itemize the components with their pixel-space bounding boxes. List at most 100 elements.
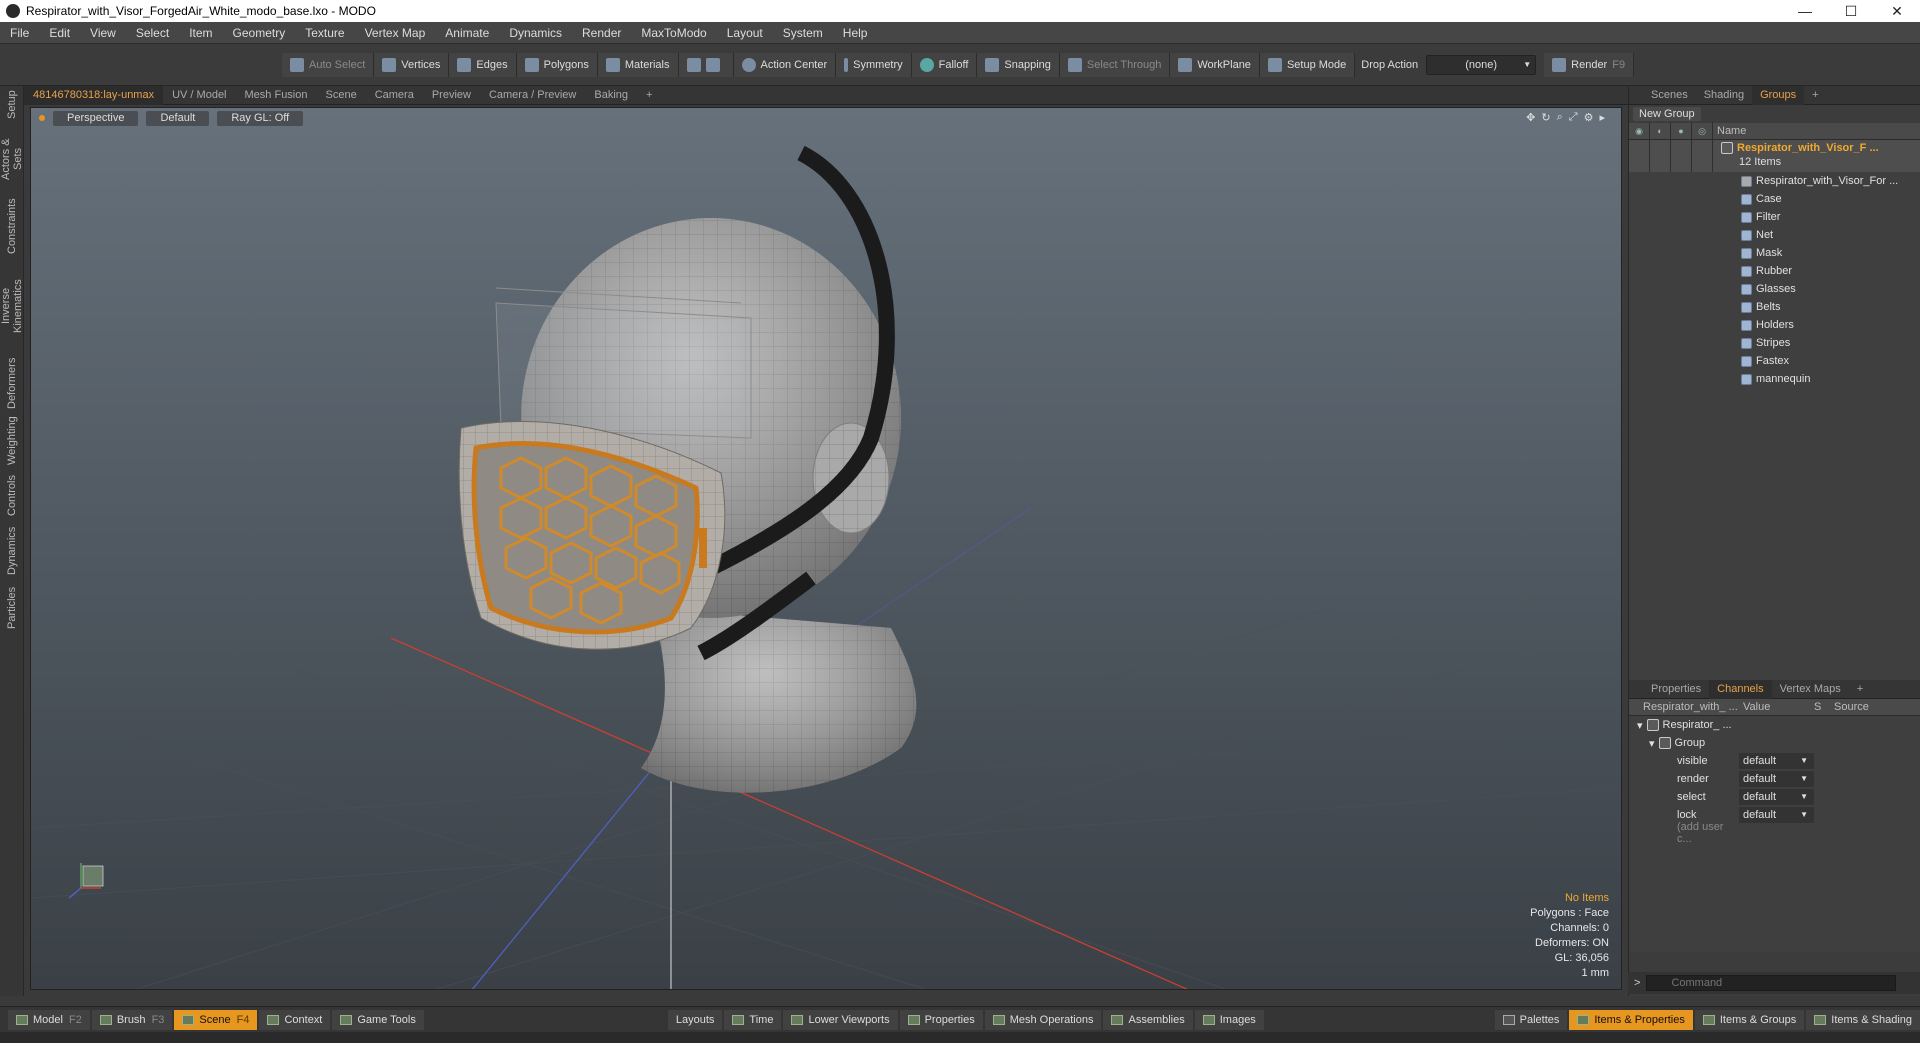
menu-select[interactable]: Select bbox=[126, 26, 179, 40]
chevron-right-icon[interactable]: ▸ bbox=[1599, 111, 1605, 124]
chevron-down-icon[interactable]: ▾ bbox=[1629, 719, 1643, 732]
list-item[interactable]: Belts bbox=[1629, 298, 1920, 316]
maximize-button[interactable]: ☐ bbox=[1828, 3, 1874, 20]
tab-camera-preview[interactable]: Camera / Preview bbox=[480, 86, 585, 105]
menu-file[interactable]: File bbox=[0, 26, 39, 40]
zoom-icon[interactable]: ⌕ bbox=[1557, 111, 1563, 124]
rotate-icon[interactable]: ↻ bbox=[1541, 111, 1550, 124]
materials-button[interactable]: Materials bbox=[597, 52, 679, 77]
raygl-button[interactable]: Ray GL: Off bbox=[217, 110, 304, 126]
tab-layout-unmax[interactable]: 48146780318:lay-unmax bbox=[24, 85, 164, 105]
chevron-down-icon[interactable]: ▾ bbox=[1629, 737, 1655, 750]
list-item[interactable]: Respirator_with_Visor_For ... bbox=[1629, 172, 1920, 190]
tab-scene[interactable]: Scene bbox=[317, 86, 366, 105]
list-item[interactable]: Stripes bbox=[1629, 334, 1920, 352]
items-groups-button[interactable]: Items & Groups bbox=[1694, 1009, 1805, 1030]
layout-context-button[interactable]: Context bbox=[259, 1009, 331, 1030]
assemblies-button[interactable]: Assemblies bbox=[1103, 1009, 1193, 1030]
setup-mode-button[interactable]: Setup Mode bbox=[1259, 52, 1356, 77]
menu-view[interactable]: View bbox=[80, 26, 126, 40]
tab-groups[interactable]: Groups bbox=[1752, 85, 1805, 105]
polygons-button[interactable]: Polygons bbox=[516, 52, 598, 77]
tab-scenes[interactable]: Scenes bbox=[1643, 86, 1696, 105]
menu-animate[interactable]: Animate bbox=[435, 26, 499, 40]
menu-dynamics[interactable]: Dynamics bbox=[499, 26, 572, 40]
menu-vertex-map[interactable]: Vertex Map bbox=[355, 26, 436, 40]
properties-button[interactable]: Properties bbox=[899, 1009, 983, 1030]
menu-item[interactable]: Item bbox=[179, 26, 222, 40]
new-group-button[interactable]: New Group bbox=[1633, 107, 1701, 121]
tab-shading[interactable]: Shading bbox=[1696, 86, 1752, 105]
side-tab-constraints[interactable]: Constraints bbox=[2, 196, 22, 256]
side-tab-weighting[interactable]: Weighting bbox=[2, 414, 22, 468]
layouts-button[interactable]: Layouts bbox=[667, 1009, 723, 1030]
list-item[interactable]: Fastex bbox=[1629, 352, 1920, 370]
list-item[interactable]: Glasses bbox=[1629, 280, 1920, 298]
view-perspective-button[interactable]: Perspective bbox=[53, 110, 139, 126]
side-tab-inverse-kinematics[interactable]: Inverse Kinematics bbox=[0, 260, 24, 352]
menu-edit[interactable]: Edit bbox=[39, 26, 80, 40]
mesh-operations-button[interactable]: Mesh Operations bbox=[984, 1009, 1102, 1030]
lower-viewports-button[interactable]: Lower Viewports bbox=[783, 1009, 898, 1030]
add-user-channel[interactable]: (add user c... bbox=[1629, 821, 1920, 845]
add-tab-button[interactable]: + bbox=[637, 86, 661, 105]
minimize-button[interactable]: — bbox=[1782, 3, 1828, 20]
pan-icon[interactable]: ✥ bbox=[1526, 111, 1535, 124]
viewport-options-icon[interactable] bbox=[39, 115, 45, 121]
action-center-button[interactable]: Action Center bbox=[733, 52, 837, 77]
channel-row[interactable]: render default ▼ bbox=[1629, 770, 1920, 788]
select-icon[interactable]: ◎ bbox=[1692, 122, 1713, 140]
list-item[interactable]: Filter bbox=[1629, 208, 1920, 226]
tab-camera[interactable]: Camera bbox=[366, 86, 423, 105]
render-toggle-icon[interactable]: ◐ bbox=[1650, 122, 1671, 140]
render-button[interactable]: Render F9 bbox=[1544, 52, 1635, 77]
layout-game-tools-button[interactable]: Game Tools bbox=[332, 1009, 424, 1030]
tab-preview[interactable]: Preview bbox=[423, 86, 480, 105]
side-tab-actors-sets[interactable]: Actors & Sets bbox=[0, 126, 24, 192]
eye-icon[interactable]: ◉ bbox=[1629, 122, 1650, 140]
tab-channels[interactable]: Channels bbox=[1709, 679, 1772, 699]
menu-layout[interactable]: Layout bbox=[717, 26, 773, 40]
layout-scene-button[interactable]: Scene F4 bbox=[174, 1009, 258, 1030]
drop-action-select[interactable]: (none) ▼ bbox=[1426, 54, 1537, 75]
side-tab-dynamics[interactable]: Dynamics bbox=[2, 524, 22, 578]
tab-baking[interactable]: Baking bbox=[585, 86, 637, 105]
group-root-row[interactable]: Respirator_with_Visor_F ... 12 Items bbox=[1629, 140, 1920, 172]
channel-value-select[interactable]: default ▼ bbox=[1739, 807, 1814, 823]
channel-tree-group[interactable]: ▾ Group bbox=[1629, 734, 1920, 752]
images-button[interactable]: Images bbox=[1194, 1009, 1264, 1030]
list-item[interactable]: Rubber bbox=[1629, 262, 1920, 280]
list-item[interactable]: Mask bbox=[1629, 244, 1920, 262]
command-input[interactable] bbox=[1646, 975, 1897, 991]
menu-maxtomodo[interactable]: MaxToModo bbox=[631, 26, 716, 40]
list-item[interactable]: Case bbox=[1629, 190, 1920, 208]
3d-viewport[interactable]: Perspective Default Ray GL: Off ✥ ↻ ⌕ ⤢ … bbox=[30, 107, 1622, 990]
menu-texture[interactable]: Texture bbox=[295, 26, 354, 40]
edges-button[interactable]: Edges bbox=[449, 52, 517, 77]
channel-value-select[interactable]: default ▼ bbox=[1739, 789, 1814, 805]
falloff-button[interactable]: Falloff bbox=[911, 52, 978, 77]
menu-geometry[interactable]: Geometry bbox=[223, 26, 296, 40]
vertices-button[interactable]: Vertices bbox=[374, 52, 450, 77]
symmetry-button[interactable]: Symmetry bbox=[836, 52, 912, 77]
menu-render[interactable]: Render bbox=[572, 26, 631, 40]
list-item[interactable]: mannequin bbox=[1629, 370, 1920, 388]
side-tab-setup[interactable]: Setup bbox=[2, 88, 22, 122]
workplane-button[interactable]: WorkPlane bbox=[1170, 52, 1260, 77]
item-mode-button[interactable] bbox=[678, 52, 734, 77]
add-tab-button[interactable]: + bbox=[1804, 86, 1826, 105]
layout-model-button[interactable]: Model F2 bbox=[8, 1009, 90, 1030]
palettes-button[interactable]: Palettes bbox=[1494, 1009, 1568, 1030]
list-item[interactable]: Holders bbox=[1629, 316, 1920, 334]
list-item[interactable]: Net bbox=[1629, 226, 1920, 244]
time-button[interactable]: Time bbox=[724, 1009, 782, 1030]
tab-uv-model[interactable]: UV / Model bbox=[163, 86, 235, 105]
channel-tree-root[interactable]: ▾ Respirator_ ... bbox=[1629, 716, 1920, 734]
channel-value-select[interactable]: default ▼ bbox=[1739, 771, 1814, 787]
snapping-button[interactable]: Snapping bbox=[977, 52, 1060, 77]
tab-properties[interactable]: Properties bbox=[1643, 680, 1709, 699]
tab-mesh-fusion[interactable]: Mesh Fusion bbox=[236, 86, 317, 105]
channel-value-select[interactable]: default ▼ bbox=[1739, 753, 1814, 769]
side-tab-controls[interactable]: Controls bbox=[2, 472, 22, 520]
add-tab-button[interactable]: + bbox=[1849, 680, 1871, 699]
